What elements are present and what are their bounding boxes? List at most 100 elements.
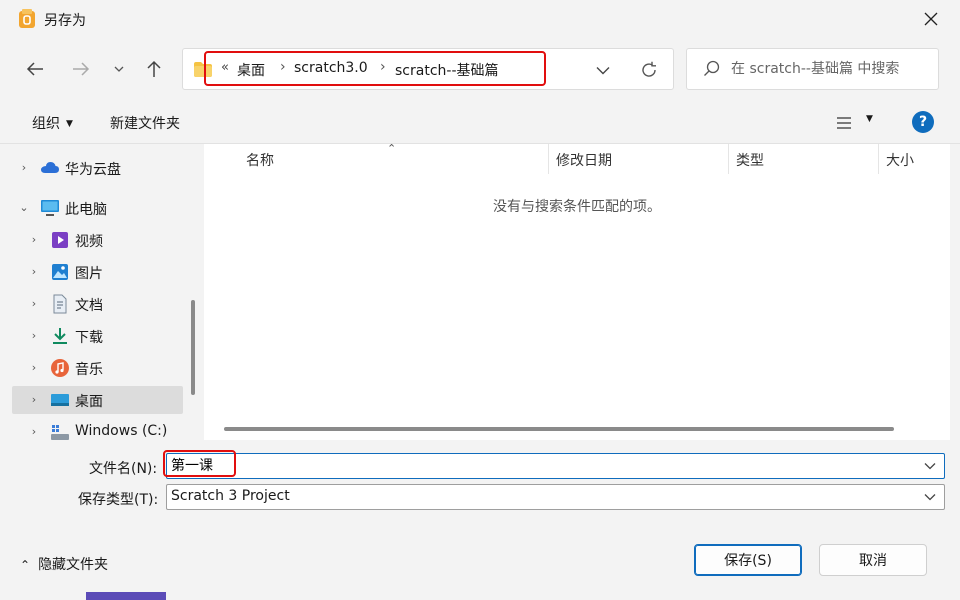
nav-item-videos[interactable]: › 视频 bbox=[12, 226, 183, 254]
organize-button[interactable]: 组织 ▼ bbox=[32, 113, 73, 133]
nav-item-label: Windows (C:) bbox=[75, 423, 168, 439]
chevron-down-icon bbox=[596, 66, 610, 74]
filetype-select[interactable]: Scratch 3 Project bbox=[166, 484, 945, 510]
forward-button[interactable] bbox=[68, 56, 94, 82]
nav-item-label: 下载 bbox=[75, 330, 103, 346]
document-icon bbox=[53, 294, 67, 314]
horizontal-scrollbar[interactable] bbox=[224, 427, 894, 431]
video-icon bbox=[52, 232, 68, 248]
arrow-left-icon bbox=[26, 62, 43, 76]
nav-item-label: 视频 bbox=[75, 234, 103, 250]
column-header-size[interactable]: 大小 bbox=[886, 144, 914, 174]
cloud-icon bbox=[41, 162, 59, 173]
nav-item-windows-c[interactable]: › Windows (C:) bbox=[12, 418, 183, 440]
navigation-pane: › 华为云盘 ⌄ 此电脑 › 视频 › 图片 › 文档 › 下载 › 音乐 › … bbox=[0, 144, 204, 440]
column-divider[interactable] bbox=[728, 144, 729, 174]
search-box[interactable] bbox=[686, 48, 939, 90]
window-title: 另存为 bbox=[44, 13, 86, 29]
filename-label: 文件名(N): bbox=[89, 461, 158, 477]
breadcrumb-desktop[interactable]: 桌面 bbox=[237, 60, 265, 80]
chevron-right-icon[interactable]: › bbox=[28, 328, 40, 342]
breadcrumb-separator: › bbox=[380, 59, 386, 75]
download-icon bbox=[53, 328, 67, 344]
chevron-right-icon[interactable]: › bbox=[28, 232, 40, 246]
breadcrumb-current-folder[interactable]: scratch--基础篇 bbox=[395, 60, 499, 80]
nav-item-downloads[interactable]: › 下载 bbox=[12, 322, 183, 350]
help-button[interactable]: ? bbox=[912, 111, 934, 133]
save-button[interactable]: 保存(S) bbox=[694, 544, 802, 576]
column-header-name[interactable]: 名称 bbox=[246, 144, 274, 174]
caret-down-icon: ▼ bbox=[66, 119, 73, 129]
chevron-down-icon bbox=[924, 494, 936, 501]
list-view-icon bbox=[837, 117, 851, 129]
recent-locations-button[interactable] bbox=[106, 56, 132, 82]
nav-item-documents[interactable]: › 文档 bbox=[12, 290, 183, 318]
breadcrumb-scratch3[interactable]: scratch3.0 bbox=[294, 60, 368, 76]
picture-icon bbox=[52, 264, 68, 280]
chevron-right-icon[interactable]: › bbox=[28, 424, 40, 438]
nav-item-music[interactable]: › 音乐 bbox=[12, 354, 183, 382]
chevron-right-icon[interactable]: › bbox=[28, 264, 40, 278]
navigation-bar: « 桌面 › scratch3.0 › scratch--基础篇 bbox=[0, 38, 960, 100]
arrow-right-icon bbox=[73, 62, 90, 76]
chevron-down-icon bbox=[114, 66, 124, 72]
chevron-right-icon[interactable]: › bbox=[28, 392, 40, 406]
drive-icon bbox=[51, 425, 69, 440]
desktop-icon bbox=[51, 394, 69, 406]
breadcrumb-overflow[interactable]: « bbox=[221, 60, 229, 75]
up-button[interactable] bbox=[141, 56, 167, 82]
navigation-scrollbar[interactable] bbox=[191, 300, 195, 395]
command-toolbar: 组织 ▼ 新建文件夹 ▼ ? bbox=[0, 100, 960, 144]
filename-field[interactable] bbox=[166, 453, 945, 479]
nav-item-desktop[interactable]: › 桌面 bbox=[12, 386, 183, 414]
organize-label: 组织 bbox=[32, 116, 60, 132]
refresh-button[interactable] bbox=[637, 59, 661, 81]
address-history-button[interactable] bbox=[592, 60, 614, 80]
nav-item-label: 音乐 bbox=[75, 362, 103, 378]
caret-down-icon: ▼ bbox=[866, 114, 873, 124]
refresh-icon bbox=[642, 61, 656, 77]
filetype-label: 保存类型(T): bbox=[78, 492, 159, 508]
filename-dropdown-button[interactable] bbox=[922, 458, 938, 474]
new-folder-button[interactable]: 新建文件夹 bbox=[110, 113, 180, 133]
hide-folders-label: 隐藏文件夹 bbox=[38, 557, 109, 573]
chevron-right-icon[interactable]: › bbox=[28, 296, 40, 310]
column-divider[interactable] bbox=[878, 144, 879, 174]
file-list: ⌃ 名称 修改日期 类型 大小 没有与搜索条件匹配的项。 bbox=[204, 144, 950, 440]
computer-icon bbox=[41, 200, 59, 216]
nav-item-this-pc[interactable]: ⌄ 此电脑 bbox=[12, 194, 183, 222]
folder-icon bbox=[194, 62, 212, 77]
nav-item-label: 文档 bbox=[75, 298, 103, 314]
save-form: 文件名(N): 保存类型(T): Scratch 3 Project ⌃ 隐藏文件… bbox=[0, 440, 960, 600]
hide-folders-toggle[interactable]: ⌃ 隐藏文件夹 bbox=[20, 554, 108, 574]
music-icon bbox=[51, 359, 69, 377]
cancel-button[interactable]: 取消 bbox=[819, 544, 927, 576]
nav-item-label: 华为云盘 bbox=[65, 162, 121, 178]
filename-input[interactable] bbox=[171, 457, 871, 473]
column-header-date-modified[interactable]: 修改日期 bbox=[556, 144, 612, 174]
empty-message: 没有与搜索条件匹配的项。 bbox=[493, 199, 661, 215]
column-divider[interactable] bbox=[548, 144, 549, 174]
column-header-type[interactable]: 类型 bbox=[736, 144, 764, 174]
sort-ascending-icon: ⌃ bbox=[387, 144, 397, 155]
close-button[interactable] bbox=[916, 6, 946, 32]
chevron-right-icon[interactable]: › bbox=[18, 160, 30, 174]
nav-item-label: 此电脑 bbox=[65, 202, 107, 218]
close-icon bbox=[924, 12, 938, 26]
search-input[interactable] bbox=[731, 50, 931, 88]
view-options-button[interactable]: ▼ bbox=[834, 112, 880, 134]
breadcrumb-separator: › bbox=[280, 59, 286, 75]
nav-item-huawei-cloud[interactable]: › 华为云盘 bbox=[12, 154, 183, 182]
search-icon bbox=[704, 60, 720, 76]
arrow-up-icon bbox=[147, 60, 161, 77]
nav-item-pictures[interactable]: › 图片 bbox=[12, 258, 183, 286]
address-bar[interactable]: « 桌面 › scratch3.0 › scratch--基础篇 bbox=[182, 48, 674, 90]
nav-item-label: 图片 bbox=[75, 266, 103, 282]
save-dialog-icon bbox=[19, 9, 35, 28]
filetype-value: Scratch 3 Project bbox=[171, 488, 290, 504]
nav-item-label: 桌面 bbox=[75, 394, 103, 410]
filetype-dropdown-button[interactable] bbox=[922, 489, 938, 505]
chevron-right-icon[interactable]: › bbox=[28, 360, 40, 374]
back-button[interactable] bbox=[22, 56, 48, 82]
chevron-down-icon[interactable]: ⌄ bbox=[18, 200, 30, 214]
